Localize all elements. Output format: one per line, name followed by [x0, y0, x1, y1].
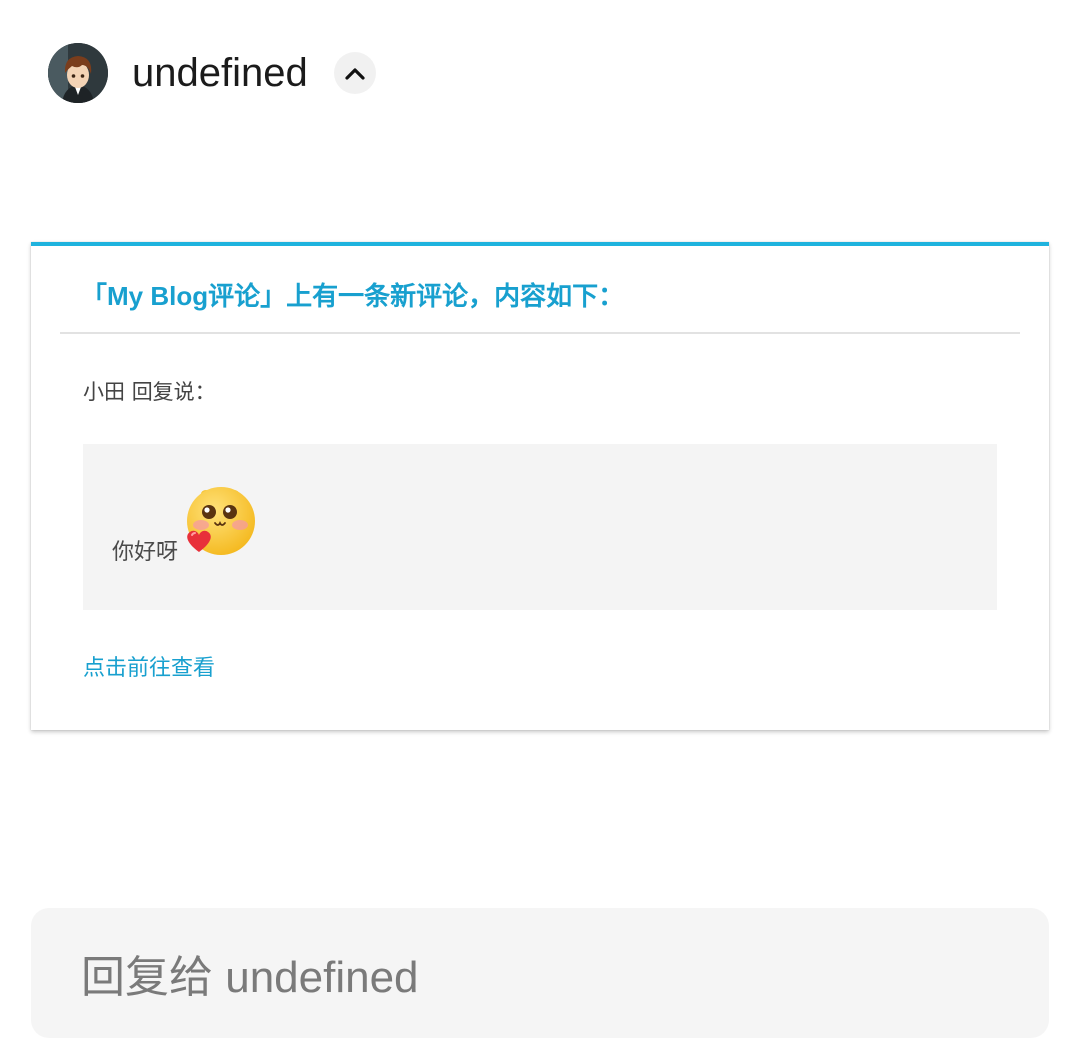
chevron-up-icon — [345, 68, 365, 80]
divider — [60, 332, 1020, 334]
reply-author: 小田 — [83, 380, 125, 404]
collapse-button[interactable] — [333, 52, 376, 94]
blushing-heart-emoji-icon — [187, 487, 255, 555]
comment-quote: 你好呀 — [83, 444, 997, 610]
comment-text: 你好呀 — [112, 540, 179, 565]
reply-line: 小田 回复说： — [83, 376, 216, 406]
email-card: 「My Blog评论」上有一条新评论，内容如下： 小田 回复说： 你好呀 点击前… — [31, 242, 1049, 730]
reply-input[interactable]: 回复给 undefined — [31, 908, 1049, 1038]
message-header: undefined — [48, 42, 376, 104]
sender-name: undefined — [132, 50, 308, 95]
avatar[interactable] — [48, 43, 108, 103]
email-title: 「My Blog评论」上有一条新评论，内容如下： — [81, 281, 625, 311]
view-comment-link[interactable]: 点击前往查看 — [83, 650, 215, 682]
reply-placeholder: 回复给 undefined — [81, 953, 419, 1002]
reply-verb: 回复说： — [131, 380, 216, 404]
